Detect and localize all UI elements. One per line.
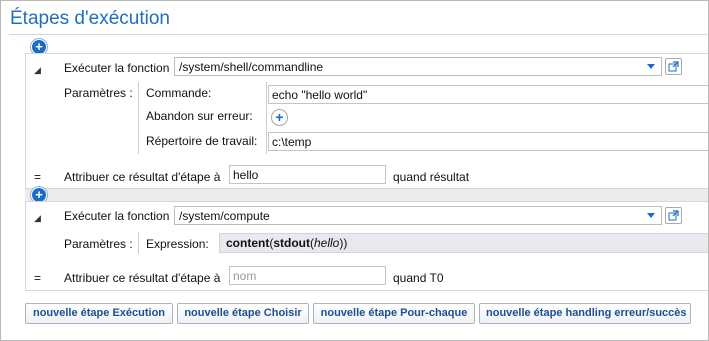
add-abort-plus-icon[interactable]: + — [271, 109, 288, 126]
chevron-down-icon — [647, 213, 655, 218]
params-divider — [138, 82, 139, 154]
assign-result-label: Attribuer ce résultat d'étape à — [64, 170, 221, 184]
result-variable-input[interactable]: nom — [229, 266, 386, 285]
params-label: Paramètres : — [64, 237, 133, 251]
working-directory-value: c:\temp — [272, 135, 312, 149]
collapse-triangle-icon[interactable]: ◢ — [34, 65, 41, 76]
chevron-down-icon — [647, 64, 655, 69]
new-choose-step-button[interactable]: nouvelle étape Choisir — [177, 303, 309, 324]
when-result-label: quand résultat — [393, 170, 470, 184]
param-label-abort-on-error: Abandon sur erreur: — [146, 109, 253, 123]
function-select[interactable]: /system/shell/commandline — [174, 57, 662, 76]
param-label-working-directory: Répertoire de travail: — [146, 134, 258, 148]
collapse-triangle-icon[interactable]: ◢ — [34, 213, 41, 224]
assign-result-label: Attribuer ce résultat d'étape à — [64, 271, 221, 285]
new-execute-step-button[interactable]: nouvelle étape Exécution — [25, 303, 173, 324]
result-variable-value: hello — [233, 168, 259, 182]
expression-paren: )) — [339, 236, 348, 250]
expression-label: Expression: — [146, 237, 209, 251]
result-variable-placeholder: nom — [233, 269, 257, 283]
params-value-divider — [266, 82, 267, 154]
expression-input[interactable]: content(stdout(hello)) — [219, 233, 708, 253]
exec-function-label: Exécuter la fonction — [64, 61, 170, 75]
working-directory-input[interactable]: c:\temp — [268, 132, 708, 151]
page-title: Étapes d'exécution — [10, 8, 170, 29]
expression-fn-stdout: stdout — [273, 236, 310, 250]
function-value: /system/shell/commandline — [179, 60, 324, 74]
assign-equals-symbol: = — [34, 271, 42, 285]
execution-steps-panel: Étapes d'exécution + ◢ Exécuter la fonct… — [0, 0, 709, 341]
step-gap — [25, 188, 708, 202]
expression-arg: hello — [314, 236, 340, 250]
command-input[interactable]: echo "hello world" — [268, 85, 708, 104]
assign-equals-symbol: = — [34, 170, 42, 184]
external-link-icon[interactable] — [665, 58, 682, 75]
param-label-command: Commande: — [146, 86, 212, 100]
exec-function-label: Exécuter la fonction — [64, 209, 170, 223]
params-label: Paramètres : — [64, 86, 133, 100]
external-link-icon[interactable] — [665, 207, 682, 224]
title-divider — [9, 34, 707, 35]
params-divider — [138, 232, 139, 254]
when-result-label: quand T0 — [393, 271, 444, 285]
expression-fn-content: content — [226, 236, 270, 250]
new-error-handling-step-button[interactable]: nouvelle étape handling erreur/succès — [479, 303, 691, 324]
result-variable-input[interactable]: hello — [229, 165, 386, 184]
function-value: /system/compute — [179, 209, 270, 223]
function-select[interactable]: /system/compute — [174, 206, 662, 225]
command-value: echo "hello world" — [272, 88, 368, 102]
new-foreach-step-button[interactable]: nouvelle étape Pour-chaque — [313, 303, 475, 324]
